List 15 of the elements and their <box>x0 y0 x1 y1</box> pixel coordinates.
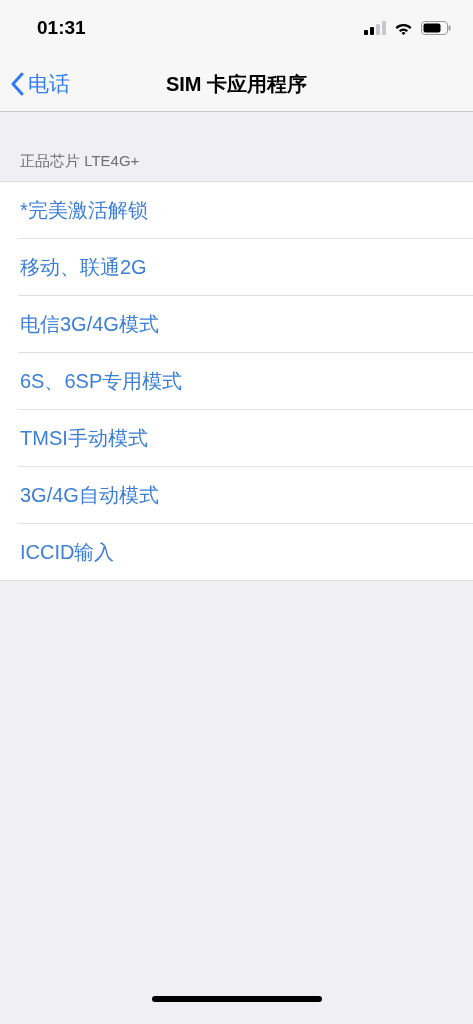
list-item[interactable]: *完美激活解锁 <box>18 182 473 238</box>
signal-icon <box>364 21 386 35</box>
status-time: 01:31 <box>37 15 86 40</box>
list-item[interactable]: TMSI手动模式 <box>18 410 473 466</box>
list-item[interactable]: ICCID输入 <box>18 524 473 580</box>
page-title: SIM 卡应用程序 <box>165 71 308 97</box>
list-item[interactable]: 移动、联通2G <box>18 239 473 295</box>
list-item[interactable]: 3G/4G自动模式 <box>18 467 473 523</box>
list-item[interactable]: 电信3G/4G模式 <box>18 296 473 352</box>
chevron-left-icon <box>10 71 24 96</box>
back-button[interactable]: 电话 <box>10 68 70 100</box>
list-item[interactable]: 6S、6SP专用模式 <box>18 353 473 409</box>
wifi-icon <box>394 21 413 35</box>
section-header: 正品芯片 LTE4G+ <box>20 150 140 171</box>
battery-icon <box>421 21 451 35</box>
